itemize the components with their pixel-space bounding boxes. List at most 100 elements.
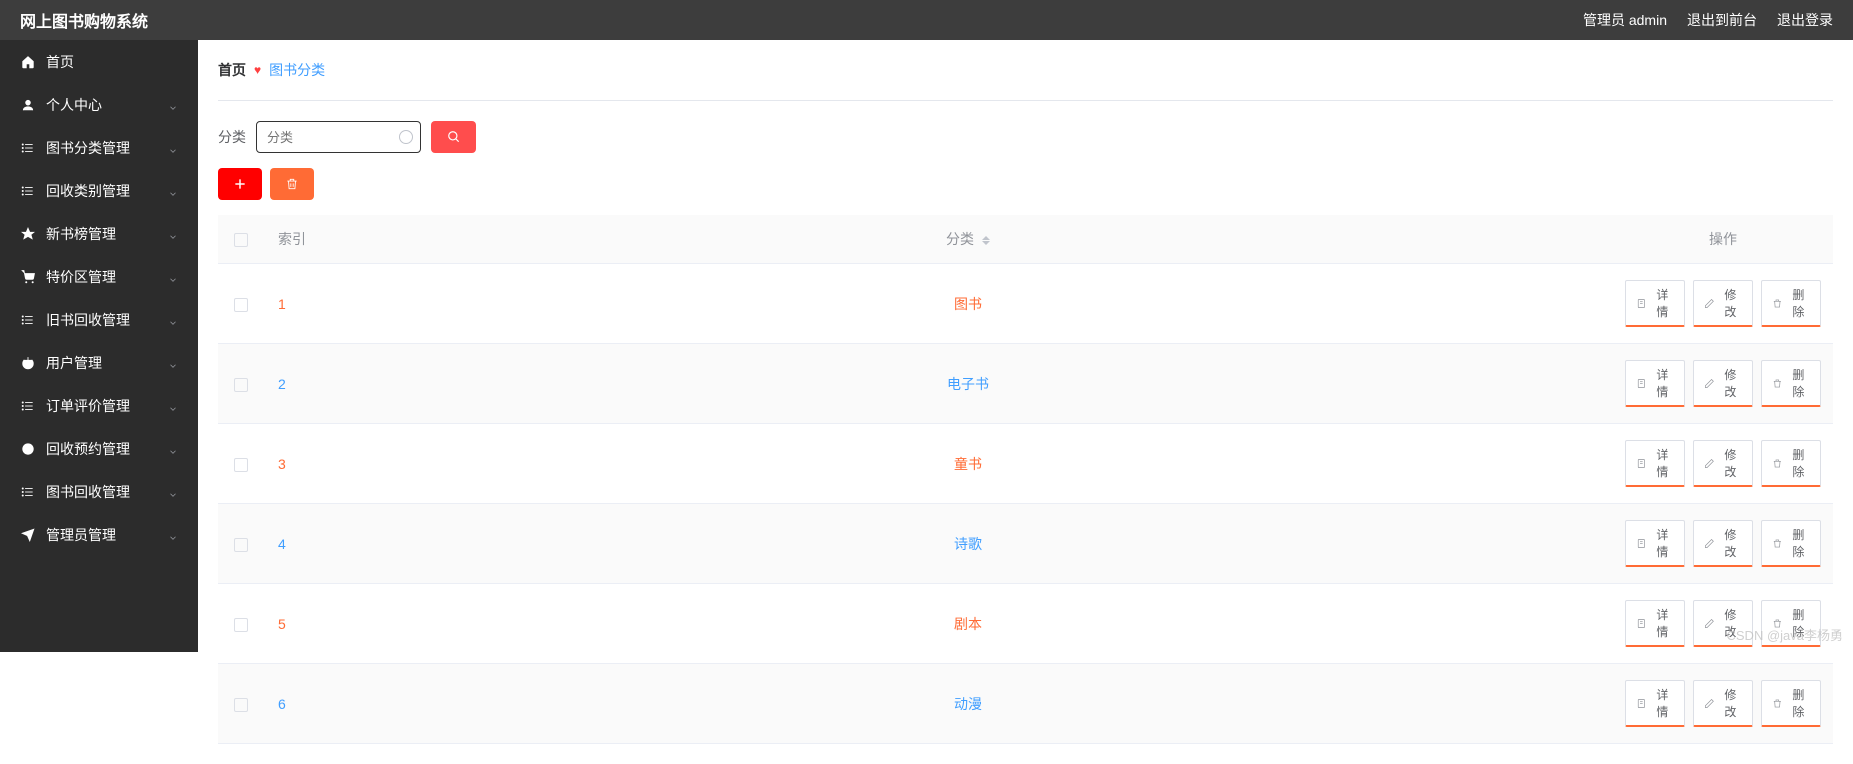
detail-label: 详情 bbox=[1651, 606, 1674, 640]
trash-icon bbox=[1772, 698, 1783, 709]
action-row bbox=[218, 168, 1833, 200]
breadcrumb-current[interactable]: 图书分类 bbox=[269, 60, 325, 80]
search-button[interactable] bbox=[431, 121, 476, 153]
delete-label: 删除 bbox=[1787, 366, 1810, 400]
edit-button[interactable]: 修改 bbox=[1693, 440, 1753, 487]
detail-button[interactable]: 详情 bbox=[1625, 520, 1685, 567]
list-icon bbox=[20, 183, 36, 199]
edit-icon bbox=[1704, 698, 1715, 709]
row-checkbox[interactable] bbox=[234, 698, 248, 712]
edit-label: 修改 bbox=[1719, 366, 1742, 400]
row-checkbox[interactable] bbox=[234, 618, 248, 632]
sidebar-item-8[interactable]: 订单评价管理 bbox=[0, 384, 198, 427]
row-checkbox-cell bbox=[218, 264, 263, 344]
row-checkbox[interactable] bbox=[234, 298, 248, 312]
row-checkbox[interactable] bbox=[234, 458, 248, 472]
edit-button[interactable]: 修改 bbox=[1693, 280, 1753, 327]
sidebar-item-7[interactable]: 用户管理 bbox=[0, 341, 198, 384]
edit-label: 修改 bbox=[1719, 526, 1742, 560]
trash-icon bbox=[1772, 298, 1783, 309]
edit-button[interactable]: 修改 bbox=[1693, 680, 1753, 727]
admin-label[interactable]: 管理员 admin bbox=[1583, 10, 1667, 30]
row-checkbox[interactable] bbox=[234, 378, 248, 392]
row-actions-cell: 详情 修改 删除 bbox=[1613, 664, 1833, 744]
filter-row: 分类 bbox=[218, 121, 1833, 153]
header-category[interactable]: 分类 bbox=[323, 215, 1613, 264]
header-right: 管理员 admin 退出到前台 退出登录 bbox=[1583, 10, 1833, 30]
select-all-checkbox[interactable] bbox=[234, 233, 248, 247]
edit-label: 修改 bbox=[1719, 606, 1742, 640]
list-icon bbox=[20, 398, 36, 414]
row-category: 童书 bbox=[323, 424, 1613, 504]
logout-front-link[interactable]: 退出到前台 bbox=[1687, 10, 1757, 30]
add-button[interactable] bbox=[218, 168, 262, 200]
sidebar-item-6[interactable]: 旧书回收管理 bbox=[0, 298, 198, 341]
delete-button[interactable]: 删除 bbox=[1761, 280, 1821, 327]
edit-label: 修改 bbox=[1719, 686, 1742, 720]
trash-icon bbox=[1772, 618, 1783, 629]
plus-icon bbox=[233, 177, 247, 191]
caret-down-icon bbox=[982, 241, 990, 245]
header-index[interactable]: 索引 bbox=[263, 215, 323, 264]
delete-button[interactable]: 删除 bbox=[1761, 360, 1821, 407]
trash-icon bbox=[285, 177, 299, 191]
chevron-down-icon bbox=[168, 100, 178, 110]
sidebar-item-1[interactable]: 个人中心 bbox=[0, 83, 198, 126]
main-content: 首页 ♥ 图书分类 分类 索引 bbox=[198, 40, 1853, 764]
logout-link[interactable]: 退出登录 bbox=[1777, 10, 1833, 30]
detail-button[interactable]: 详情 bbox=[1625, 440, 1685, 487]
row-checkbox[interactable] bbox=[234, 538, 248, 552]
delete-button[interactable]: 删除 bbox=[1761, 680, 1821, 727]
edit-button[interactable]: 修改 bbox=[1693, 360, 1753, 407]
sort-icon[interactable] bbox=[982, 236, 990, 245]
detail-button[interactable]: 详情 bbox=[1625, 600, 1685, 647]
delete-label: 删除 bbox=[1787, 286, 1810, 320]
sidebar-item-11[interactable]: 管理员管理 bbox=[0, 513, 198, 556]
row-checkbox-cell bbox=[218, 664, 263, 744]
list-icon bbox=[20, 484, 36, 500]
heart-icon: ♥ bbox=[254, 63, 261, 77]
sidebar-item-4[interactable]: 新书榜管理 bbox=[0, 212, 198, 255]
document-icon bbox=[1636, 618, 1647, 629]
filter-input-wrap bbox=[256, 121, 421, 153]
sidebar-item-5[interactable]: 特价区管理 bbox=[0, 255, 198, 298]
edit-button[interactable]: 修改 bbox=[1693, 600, 1753, 647]
edit-label: 修改 bbox=[1719, 446, 1742, 480]
document-icon bbox=[1636, 378, 1647, 389]
sidebar-item-3[interactable]: 回收类别管理 bbox=[0, 169, 198, 212]
send-icon bbox=[20, 527, 36, 543]
batch-delete-button[interactable] bbox=[270, 168, 314, 200]
chevron-down-icon bbox=[168, 272, 178, 282]
delete-button[interactable]: 删除 bbox=[1761, 600, 1821, 647]
edit-button[interactable]: 修改 bbox=[1693, 520, 1753, 567]
detail-label: 详情 bbox=[1651, 526, 1674, 560]
clear-icon[interactable] bbox=[399, 130, 413, 144]
detail-label: 详情 bbox=[1651, 686, 1674, 720]
sidebar-item-label: 新书榜管理 bbox=[46, 224, 116, 244]
breadcrumb-home[interactable]: 首页 bbox=[218, 60, 246, 80]
detail-button[interactable]: 详情 bbox=[1625, 680, 1685, 727]
row-checkbox-cell bbox=[218, 344, 263, 424]
sidebar-item-label: 回收类别管理 bbox=[46, 181, 130, 201]
sidebar-item-10[interactable]: 图书回收管理 bbox=[0, 470, 198, 513]
sidebar-item-2[interactable]: 图书分类管理 bbox=[0, 126, 198, 169]
category-filter-input[interactable] bbox=[256, 121, 421, 153]
delete-button[interactable]: 删除 bbox=[1761, 440, 1821, 487]
detail-button[interactable]: 详情 bbox=[1625, 280, 1685, 327]
home-icon bbox=[20, 54, 36, 70]
delete-button[interactable]: 删除 bbox=[1761, 520, 1821, 567]
user-icon bbox=[20, 97, 36, 113]
row-index: 3 bbox=[263, 424, 323, 504]
chevron-down-icon bbox=[168, 530, 178, 540]
list-icon bbox=[20, 140, 36, 156]
delete-label: 删除 bbox=[1787, 686, 1810, 720]
sidebar-item-label: 管理员管理 bbox=[46, 525, 116, 545]
sidebar-item-0[interactable]: 首页 bbox=[0, 40, 198, 83]
row-actions-cell: 详情 修改 删除 bbox=[1613, 344, 1833, 424]
chevron-down-icon bbox=[168, 487, 178, 497]
sidebar-item-9[interactable]: 回收预约管理 bbox=[0, 427, 198, 470]
sidebar: 首页 个人中心 图书分类管理 回收类别管理 新书榜管理 特价区管理 bbox=[0, 40, 198, 652]
detail-button[interactable]: 详情 bbox=[1625, 360, 1685, 407]
category-table: 索引 分类 操作 1 图书 详情 bbox=[218, 215, 1833, 744]
chevron-down-icon bbox=[168, 229, 178, 239]
